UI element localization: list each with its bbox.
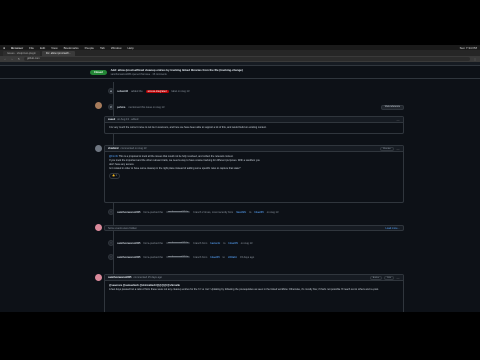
branch-name[interactable]: samthomasmot005-fix	[165, 242, 191, 244]
menu-item-file[interactable]: File	[29, 46, 34, 50]
menu-item-window[interactable]: Window	[111, 46, 122, 50]
commit-sha[interactable]: b2ae0f9	[254, 211, 263, 214]
menu-item-tab[interactable]: Tab	[100, 46, 105, 50]
menu-item-bookmarks[interactable]: Bookmarks	[64, 46, 79, 50]
comment-box: zaeed on Aug 13 · edited ⋯ It is very mu…	[104, 116, 404, 134]
divider	[0, 78, 480, 79]
issue-subtitle: samthomasmot005 opened this issue · 15 c…	[110, 73, 167, 76]
comment-body: @seaorora @samueltech @shirmaltech/@@@@/…	[105, 281, 403, 295]
more-options-icon[interactable]: ⋯	[396, 118, 400, 122]
url-field[interactable]: github.com	[24, 57, 470, 61]
commit-sha[interactable]: 9aa1b8c	[236, 211, 246, 214]
issue-title: Add: allow /proc/self/cwd cleanup entrie…	[110, 68, 243, 72]
menu-clock: Sun 7:34 PM	[459, 45, 477, 50]
hidden-events-row: Some events were hidden Load more…	[104, 225, 404, 231]
comment-body: @hmrbr This is a proposal to track all t…	[105, 152, 403, 182]
avatar[interactable]	[95, 274, 102, 281]
tag-icon: ◆	[108, 88, 114, 94]
reload-icon[interactable]: ↻	[17, 57, 21, 61]
event-actor[interactable]: samthomasmot005	[117, 256, 141, 259]
cross-reference-icon: ⇄	[108, 104, 114, 110]
event-actor[interactable]: sebastiill	[117, 90, 128, 93]
author-badge: Author	[369, 275, 383, 280]
timeline-push-event: ↑ samthomasmot005 force-pushed the samth…	[108, 240, 404, 246]
hidden-events-text: Some events were hidden	[108, 226, 137, 230]
event-actor[interactable]: pehma	[117, 106, 125, 109]
commit-sha[interactable]: b2ae0f9	[228, 242, 237, 245]
quote-mention[interactable]: @hmrbr	[109, 155, 118, 158]
quote-text: This is a proposal to track all the issu…	[118, 155, 234, 158]
git-push-icon: ↑	[108, 209, 114, 215]
branch-name[interactable]: samthomasmot005-fix	[165, 256, 191, 258]
menu-item-people[interactable]: People	[85, 46, 94, 50]
git-push-icon: ↑	[108, 254, 114, 260]
edit-button[interactable]: Edit	[384, 275, 394, 280]
view-reference-button[interactable]: View reference	[380, 104, 404, 110]
avatar[interactable]	[95, 224, 102, 231]
menu-dots-icon[interactable]: ⋮	[473, 57, 477, 61]
commit-sha[interactable]: c0fda1b	[228, 256, 237, 259]
back-icon[interactable]: ‹	[3, 57, 7, 61]
menu-item-help[interactable]: Help	[127, 46, 133, 50]
github-page: Closed Add: allow /proc/self/cwd cleanup…	[0, 62, 480, 312]
timeline-reference-event: ⇄ pehma mentioned this issue on Aug 13 V…	[108, 104, 404, 110]
comment-box: samthomasmot005 commented 15 days ago Au…	[104, 274, 404, 312]
comment-author[interactable]: samthomasmot005	[108, 276, 132, 279]
apple-menu-icon[interactable]: ●	[3, 46, 5, 50]
forward-icon[interactable]: ›	[10, 57, 14, 61]
screen-frame: ● Browser File Edit View Bookmarks Peopl…	[0, 0, 480, 360]
timeline-push-event: ↑ samthomasmot005 force-pushed the samth…	[108, 209, 404, 215]
avatar[interactable]	[95, 145, 102, 152]
comment-body: It is very much the correct move to not …	[109, 126, 267, 129]
menu-app-name[interactable]: Browser	[11, 46, 23, 50]
more-options-icon[interactable]: ⋯	[396, 276, 400, 280]
issue-header: Closed Add: allow /proc/self/cwd cleanup…	[90, 66, 390, 78]
timeline-push-event: ↑ samthomasmot005 force-pushed the samth…	[108, 254, 404, 260]
comment-paragraph: Is it related in order to have some clea…	[109, 167, 241, 170]
git-push-icon: ↑	[108, 240, 114, 246]
menu-item-view[interactable]: View	[51, 46, 57, 50]
event-actor[interactable]: samthomasmot005	[117, 242, 141, 245]
commit-sha[interactable]: b2ae0f9	[210, 256, 219, 259]
avatar[interactable]	[95, 102, 102, 109]
comment-meta: on Aug 13 · edited	[117, 118, 139, 121]
comment-paragraph: A few days passed but a ratio of from th…	[109, 288, 379, 291]
comment-author[interactable]: zaeed	[108, 118, 115, 121]
comment-box: zhiebind commented on Aug 13 Member ⋯ @h…	[104, 145, 404, 203]
comment-meta: commented 15 days ago	[133, 276, 162, 279]
more-options-icon[interactable]: ⋯	[396, 147, 400, 151]
branch-name[interactable]: samthomasmot005-fix	[165, 211, 191, 213]
load-more-link[interactable]: Load more…	[386, 227, 400, 230]
event-actor[interactable]: samthomasmot005	[117, 211, 141, 214]
issue-label[interactable]: access-integrated	[145, 89, 169, 93]
issue-state-badge: Closed	[90, 69, 107, 75]
member-badge: Member	[379, 146, 394, 151]
timeline-label-event: ◆ sebastiill added the access-integrated…	[108, 88, 190, 94]
menu-item-edit[interactable]: Edit	[40, 46, 45, 50]
comment-author[interactable]: zhiebind	[108, 147, 119, 150]
thumbs-up-reaction[interactable]: 👍 1	[109, 173, 120, 179]
commit-sha[interactable]: ba2ee3c	[210, 242, 220, 245]
comment-meta: commented on Aug 13	[120, 147, 147, 150]
